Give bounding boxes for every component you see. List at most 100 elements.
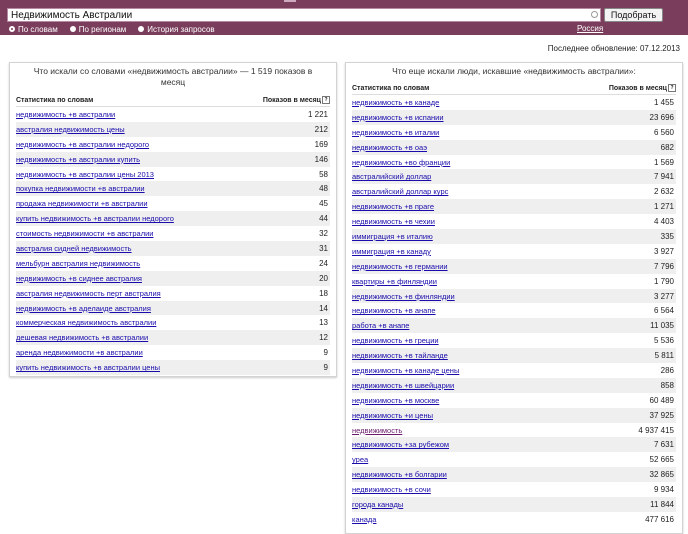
impressions-count: 682 xyxy=(660,142,674,152)
help-icon[interactable]: ? xyxy=(322,96,330,105)
impressions-count: 20 xyxy=(319,273,328,283)
query-link[interactable]: недвижимость +в швейцарии xyxy=(352,381,454,390)
impressions-count: 286 xyxy=(660,365,674,375)
table-row: дешевая недвижимость +в австралии 12 xyxy=(16,330,330,346)
query-link[interactable]: иммиграция +в канаду xyxy=(352,247,431,256)
table-row: уреа 52 665 xyxy=(352,452,676,467)
query-link[interactable]: недвижимость +в канаде xyxy=(352,98,439,107)
query-link[interactable]: мельбурн австралия недвижимость xyxy=(16,259,140,268)
radio-icon[interactable] xyxy=(138,26,145,32)
query-link[interactable]: австралия недвижимость цены xyxy=(16,125,125,134)
table-row: недвижимость +в австралии 1 221 xyxy=(16,107,330,122)
query-link[interactable]: недвижимость +в москве xyxy=(352,396,439,405)
query-link[interactable]: купить недвижимость +в австралии цены xyxy=(16,363,160,372)
impressions-count: 52 665 xyxy=(649,455,674,465)
query-link[interactable]: недвижимость +в сочи xyxy=(352,485,431,494)
search-button[interactable]: Подобрать xyxy=(604,8,663,22)
query-link[interactable]: недвижимость +в финляндии xyxy=(352,292,455,301)
query-link[interactable]: недвижимость +в канаде цены xyxy=(352,366,459,375)
impressions-count: 12 xyxy=(319,333,328,343)
query-link[interactable]: недвижимость +в германии xyxy=(352,262,448,271)
query-link[interactable]: уреа xyxy=(352,455,368,464)
table-row: недвижимость +в германии 7 796 xyxy=(352,258,676,274)
query-link[interactable]: недвижимость +в болгарии xyxy=(352,470,447,479)
table-row: покупка недвижимости +в австралии 48 xyxy=(16,181,330,197)
query-link[interactable]: недвижимость +за рубежом xyxy=(352,440,449,449)
query-link[interactable]: недвижимость +в австралии цены 2013 xyxy=(16,170,154,179)
impressions-count: 7 796 xyxy=(653,261,674,271)
query-link[interactable]: австралия сидней недвижимость xyxy=(16,244,132,253)
search-header: Подобрать По словам По регионам История … xyxy=(0,0,688,35)
query-link[interactable]: продажа недвижимости +в австралии xyxy=(16,199,148,208)
query-link[interactable]: канада xyxy=(352,515,376,524)
mode-history[interactable]: История запросов xyxy=(138,25,215,34)
query-link[interactable]: австралийский доллар курс xyxy=(352,187,448,196)
table-row: австралийский доллар курс 2 632 xyxy=(352,184,676,199)
mode-by-words[interactable]: По словам xyxy=(9,25,58,34)
impressions-count: 31 xyxy=(319,243,328,253)
query-link[interactable]: недвижимость +во франции xyxy=(352,158,450,167)
query-link[interactable]: недвижимость +и цены xyxy=(352,411,433,420)
impressions-count: 7 631 xyxy=(653,440,674,450)
table-row: недвижимость +в сочи 9 934 xyxy=(352,482,676,497)
query-link[interactable]: недвижимость +в греции xyxy=(352,336,439,345)
table-row: недвижимость +в испании 23 696 xyxy=(352,109,676,125)
mode-by-regions[interactable]: По регионам xyxy=(69,25,126,34)
query-link[interactable]: недвижимость +в испании xyxy=(352,113,444,122)
impressions-count: 7 941 xyxy=(653,172,674,182)
query-link[interactable]: недвижимость +в австралии xyxy=(16,110,115,119)
query-link[interactable]: купить недвижимость +в австралии недорог… xyxy=(16,214,174,223)
table-row: недвижимость +в аделаиде австралия 14 xyxy=(16,300,330,316)
radio-icon[interactable] xyxy=(9,26,15,32)
query-link[interactable]: города канады xyxy=(352,500,403,509)
table-row: иммиграция +в канаду 3 927 xyxy=(352,244,676,259)
search-input[interactable] xyxy=(7,8,601,22)
query-link[interactable]: австралийский доллар xyxy=(352,172,431,181)
table-row: недвижимость +в канаде 1 455 xyxy=(352,95,676,110)
query-link[interactable]: квартиры +в финляндии xyxy=(352,277,437,286)
query-link[interactable]: дешевая недвижимость +в австралии xyxy=(16,333,148,342)
impressions-count: 11 035 xyxy=(650,321,674,331)
clear-icon[interactable] xyxy=(591,11,598,18)
query-link[interactable]: недвижимость +в сиднее австралия xyxy=(16,274,142,283)
impressions-count: 24 xyxy=(319,258,328,268)
query-link[interactable]: недвижимость +в тайланде xyxy=(352,351,448,360)
query-link[interactable]: австралия недвижимость перт австралия xyxy=(16,289,161,298)
help-icon[interactable]: ? xyxy=(668,84,676,93)
query-link[interactable]: недвижимость +в анапе xyxy=(352,306,436,315)
table-row: работа +в анапе 11 035 xyxy=(352,318,676,334)
header-tab-marker xyxy=(284,0,296,2)
impressions-count: 4 937 415 xyxy=(638,425,674,435)
query-link[interactable]: недвижимость +в италии xyxy=(352,128,439,137)
query-link[interactable]: недвижимость +в оаэ xyxy=(352,143,427,152)
impressions-count: 477 616 xyxy=(645,514,674,524)
impressions-count: 48 xyxy=(319,184,328,194)
query-link[interactable]: недвижимость xyxy=(352,426,402,435)
query-link[interactable]: стоимость недвижимости +в австралии xyxy=(16,229,153,238)
table-row: стоимость недвижимости +в австралии 32 xyxy=(16,226,330,241)
impressions-count: 146 xyxy=(314,154,328,164)
query-link[interactable]: недвижимость +в праге xyxy=(352,202,434,211)
impressions-count: 9 xyxy=(323,363,328,373)
query-link[interactable]: недвижимость +в аделаиде австралия xyxy=(16,304,151,313)
table-row: австралия недвижимость цены 212 xyxy=(16,121,330,137)
query-link[interactable]: недвижимость +в чехии xyxy=(352,217,435,226)
table-row: недвижимость +в болгарии 32 865 xyxy=(352,467,676,483)
impressions-count: 169 xyxy=(314,139,328,149)
table-row: недвижимость +в чехии 4 403 xyxy=(352,214,676,229)
query-link[interactable]: коммерческая недвижимость австралии xyxy=(16,318,156,327)
impressions-count: 23 696 xyxy=(649,112,674,122)
query-link[interactable]: недвижимость +в австралии недорого xyxy=(16,140,149,149)
query-link[interactable]: покупка недвижимости +в австралии xyxy=(16,184,145,193)
impressions-count: 5 811 xyxy=(654,351,674,361)
query-link[interactable]: аренда недвижимости +в австралии xyxy=(16,348,143,357)
table-row: недвижимость +в тайланде 5 811 xyxy=(352,348,676,364)
impressions-count: 32 xyxy=(319,229,328,239)
impressions-count: 1 221 xyxy=(307,109,328,119)
query-link[interactable]: иммиграция +в италию xyxy=(352,232,433,241)
region-link[interactable]: Россия xyxy=(577,24,603,33)
last-updated: Последнее обновление: 07.12.2013 xyxy=(547,44,680,53)
radio-icon[interactable] xyxy=(69,26,76,32)
query-link[interactable]: работа +в анапе xyxy=(352,321,409,330)
query-link[interactable]: недвижимость +в австралии купить xyxy=(16,155,140,164)
